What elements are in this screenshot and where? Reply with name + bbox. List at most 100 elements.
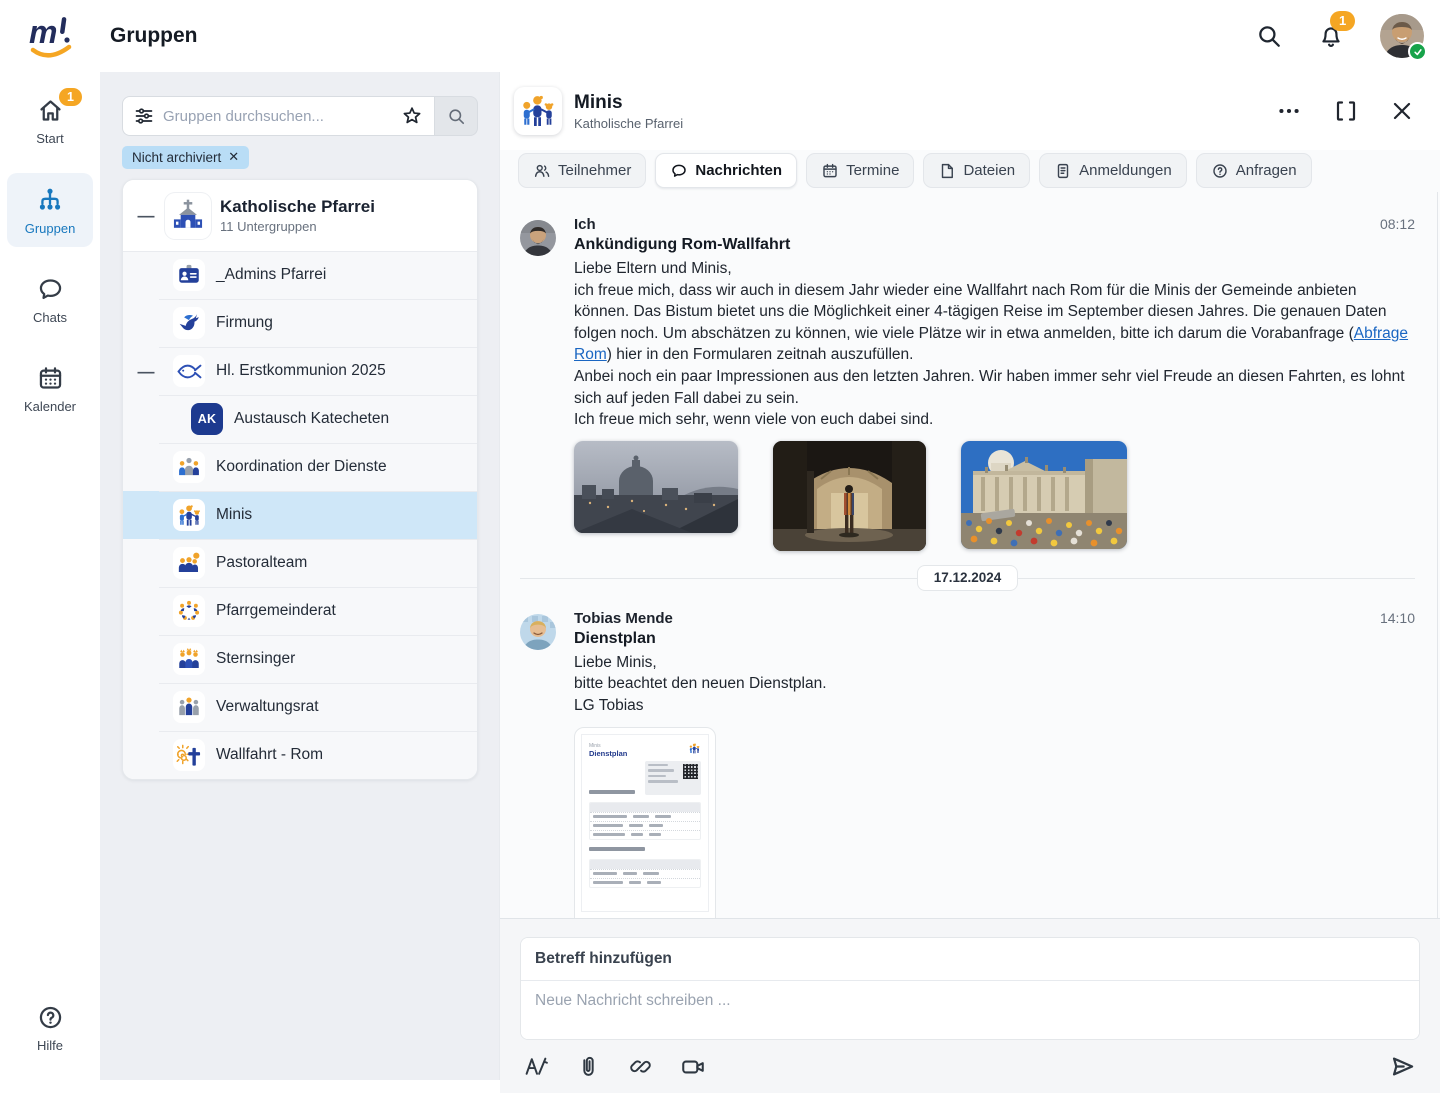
- user-avatar[interactable]: [1380, 14, 1424, 58]
- rail-item-gruppen[interactable]: Gruppen: [7, 173, 93, 247]
- tab-dateien[interactable]: Dateien: [923, 153, 1030, 188]
- carol-singers-crowns-icon: [173, 643, 205, 675]
- tree-item-verwaltungsrat[interactable]: Verwaltungsrat: [123, 683, 477, 731]
- paragraph: bitte beachtet den neuen Dienstplan.: [574, 675, 827, 692]
- collapse-toggle[interactable]: —: [136, 363, 156, 380]
- rail-item-hilfe[interactable]: Hilfe: [7, 991, 93, 1064]
- tree-item-erstkommunion[interactable]: — Hl. Erstkommunion 2025: [123, 347, 477, 395]
- photo-swiss-guard-archway[interactable]: [773, 441, 926, 551]
- tree-item-label: _Admins Pfarrei: [216, 266, 326, 284]
- app-window: m Gruppen 1: [0, 0, 1440, 1080]
- date-divider: 17.12.2024: [520, 565, 1415, 592]
- group-parent: Katholische Pfarrei: [574, 116, 683, 131]
- messages-icon: [670, 162, 688, 180]
- tree-item-label: Pastoralteam: [216, 554, 307, 572]
- photo-st-peters-square-crowd[interactable]: [961, 441, 1127, 549]
- collapse-toggle[interactable]: —: [136, 207, 156, 224]
- message-input[interactable]: [521, 981, 1419, 1039]
- notifications-badge: 1: [1330, 11, 1355, 31]
- tree-item-sternsinger[interactable]: Sternsinger: [123, 635, 477, 683]
- tree-item-label: Hl. Erstkommunion 2025: [216, 362, 386, 380]
- tree-item-pfarrgemeinderat[interactable]: Pfarrgemeinderat: [123, 587, 477, 635]
- filter-chip-nicht-archiviert[interactable]: Nicht archiviert ✕: [122, 146, 249, 169]
- expand-button[interactable]: [1334, 99, 1358, 123]
- attach-file-button[interactable]: [576, 1054, 601, 1079]
- rail-item-label: Hilfe: [37, 1038, 63, 1053]
- groups-search-input[interactable]: [163, 108, 392, 125]
- rail-item-kalender[interactable]: Kalender: [7, 352, 93, 425]
- filter-sliders-icon[interactable]: [134, 106, 154, 126]
- compose-card: [520, 937, 1420, 1040]
- doc-meta-box: [645, 761, 701, 795]
- tab-teilnehmer[interactable]: Teilnehmer: [518, 153, 646, 188]
- avatar-ich: [520, 220, 556, 256]
- format-text-button[interactable]: [524, 1054, 549, 1079]
- fish-ichthys-icon: [173, 355, 205, 387]
- ak-monogram-icon: AK: [191, 403, 223, 435]
- tree-item-firmung[interactable]: Firmung: [123, 299, 477, 347]
- tree-item-pastoralteam[interactable]: Pastoralteam: [123, 539, 477, 587]
- rail-item-start[interactable]: Start 1: [7, 84, 93, 157]
- filter-chip-close[interactable]: ✕: [228, 149, 239, 165]
- tab-nachrichten[interactable]: Nachrichten: [655, 153, 797, 188]
- family-icon: [688, 742, 701, 755]
- form-icon: [1054, 162, 1072, 180]
- group-tree: — Katholische Pfarrei: [122, 179, 478, 780]
- tab-anfragen[interactable]: Anfragen: [1196, 153, 1312, 188]
- tree-item-wallfahrt-rom[interactable]: Wallfahrt - Rom: [123, 731, 477, 779]
- group-title: Minis: [574, 92, 683, 114]
- svg-text:m: m: [29, 14, 57, 50]
- tab-termine[interactable]: Termine: [806, 153, 914, 188]
- family-icon: [173, 499, 205, 531]
- tab-anmeldungen[interactable]: Anmeldungen: [1039, 153, 1187, 188]
- message-text: Liebe Minis, bitte beachtet den neuen Di…: [574, 652, 1415, 717]
- check-icon: [1413, 47, 1423, 57]
- rail-item-label: Gruppen: [25, 221, 76, 236]
- message-list[interactable]: Ich 08:12 Ankündigung Rom-Wallfahrt Lieb…: [500, 192, 1438, 918]
- favorites-filter-button[interactable]: [401, 105, 423, 127]
- expand-brackets-icon: [1334, 99, 1358, 123]
- sun-cross-icon: [173, 739, 205, 771]
- left-rail: Start 1 Gruppen Chats: [0, 72, 100, 1080]
- app-logo[interactable]: m: [0, 9, 100, 63]
- tree-item-koordination[interactable]: Koordination der Dienste: [123, 443, 477, 491]
- message-title: Ankündigung Rom-Wallfahrt: [574, 236, 1415, 254]
- groups-search-field: [122, 96, 434, 136]
- close-panel-button[interactable]: [1390, 99, 1414, 123]
- tree-item-admins-pfarrei[interactable]: _Admins Pfarrei: [123, 251, 477, 299]
- message-body: Ich 08:12 Ankündigung Rom-Wallfahrt Lieb…: [574, 216, 1415, 551]
- church-icon: [165, 193, 211, 239]
- tree-item-austausch-katecheten[interactable]: AK Austausch Katecheten: [123, 395, 477, 443]
- calendar-icon: [821, 162, 839, 180]
- video-button[interactable]: [680, 1054, 706, 1080]
- group-tabs: Teilnehmer Nachrichten Termine Datei: [500, 150, 1440, 192]
- pastoral-team-icon: [173, 547, 205, 579]
- global-search-button[interactable]: [1256, 23, 1282, 49]
- tree-root-katholische-pfarrei[interactable]: — Katholische Pfarrei: [123, 180, 477, 251]
- photo-rome-skyline-dusk[interactable]: [574, 441, 738, 533]
- subject-input[interactable]: [521, 938, 1419, 980]
- tree-item-label: Sternsinger: [216, 650, 295, 668]
- doc-title: Dienstplan: [589, 749, 701, 758]
- send-button[interactable]: [1389, 1053, 1416, 1080]
- notifications-button[interactable]: 1: [1318, 23, 1344, 49]
- rail-item-chats[interactable]: Chats: [7, 263, 93, 336]
- video-camera-icon: [680, 1054, 706, 1080]
- id-card-icon: [173, 259, 205, 291]
- board-members-icon: [173, 691, 205, 723]
- tree-item-minis[interactable]: Minis: [123, 491, 477, 539]
- rail-item-label: Start: [36, 131, 63, 146]
- tab-label: Dateien: [963, 162, 1015, 179]
- groups-search-submit[interactable]: [434, 96, 478, 136]
- search-icon: [447, 107, 466, 126]
- star-icon: [401, 105, 423, 127]
- paperclip-icon: [576, 1054, 601, 1079]
- format-text-icon: [524, 1054, 549, 1079]
- filter-chip-label: Nicht archiviert: [132, 150, 221, 165]
- tree-item-label: Koordination der Dienste: [216, 458, 387, 476]
- attachment-dienstplan-pdf[interactable]: Minis Dienstplan: [574, 727, 716, 918]
- more-menu-button[interactable]: [1276, 98, 1302, 124]
- online-status-badge: [1408, 42, 1427, 61]
- insert-link-button[interactable]: [628, 1054, 653, 1079]
- question-icon: [1211, 162, 1229, 180]
